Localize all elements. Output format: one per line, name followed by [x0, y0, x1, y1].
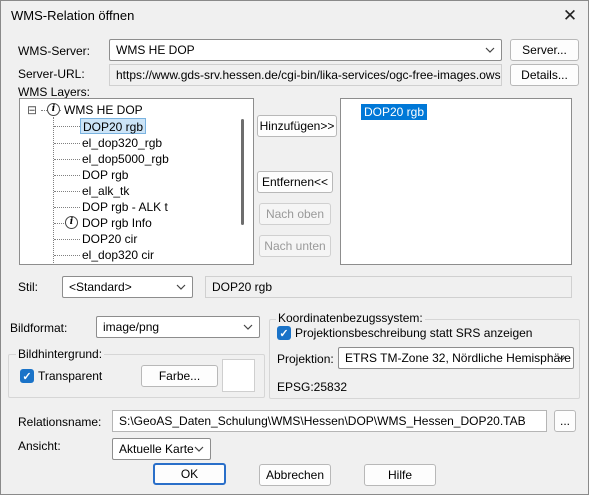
bildhintergrund-title: Bildhintergrund:: [16, 347, 105, 361]
color-button[interactable]: Farbe...: [141, 365, 218, 387]
style-select[interactable]: <Standard>: [62, 276, 193, 298]
server-url-label: Server-URL:: [18, 67, 85, 81]
tree-item-dop20-cir[interactable]: DOP20 cir: [82, 231, 137, 247]
move-up-button[interactable]: Nach oben: [259, 203, 331, 225]
tree-item-dop20-rgb[interactable]: DOP20 rgb: [80, 118, 147, 134]
wms-server-value: WMS HE DOP: [116, 43, 195, 57]
window-title: WMS-Relation öffnen: [11, 8, 135, 23]
server-url-field[interactable]: https://www.gds-srv.hessen.de/cgi-bin/li…: [109, 64, 502, 86]
tree-item-el-dop320-rgb[interactable]: el_dop320_rgb: [82, 135, 162, 151]
tree-connector: [54, 175, 80, 176]
projection-value: ETRS TM-Zone 32, Nördliche Hemisphäre (E…: [345, 351, 574, 365]
ansicht-label: Ansicht:: [18, 439, 61, 453]
style-value: <Standard>: [69, 280, 132, 294]
chevron-down-icon: [176, 284, 186, 290]
chevron-down-icon: [243, 324, 253, 330]
tree-root-label[interactable]: WMS HE DOP: [64, 102, 143, 118]
tree-connector: [54, 143, 80, 144]
chevron-down-icon: [194, 446, 204, 452]
tree-connector: [54, 255, 80, 256]
title-bar: WMS-Relation öffnen ✕: [1, 1, 588, 31]
layer-tree[interactable]: ⊟ i WMS HE DOP DOP20 rgb el_dop320_rgb e…: [19, 98, 254, 265]
transparent-checkbox[interactable]: ✓: [20, 369, 34, 383]
relationsname-value: S:\GeoAS_Daten_Schulung\WMS\Hessen\DOP\W…: [119, 414, 526, 428]
tree-connector: [54, 223, 64, 224]
projection-description-checkbox[interactable]: ✓: [277, 326, 291, 340]
selected-layer-item[interactable]: DOP20 rgb: [361, 104, 428, 120]
ansicht-select[interactable]: Aktuelle Karte: [112, 438, 211, 460]
tree-connector: [54, 239, 80, 240]
wms-server-select[interactable]: WMS HE DOP: [109, 39, 502, 61]
ok-button[interactable]: OK: [153, 463, 226, 485]
projection-description-label: Projektionsbeschreibung statt SRS anzeig…: [295, 326, 533, 340]
server-url-value: https://www.gds-srv.hessen.de/cgi-bin/li…: [116, 68, 502, 82]
browse-button[interactable]: ...: [554, 410, 576, 432]
epsg-code: EPSG:25832: [277, 380, 348, 394]
transparent-label: Transparent: [38, 369, 103, 383]
projection-label: Projektion:: [277, 352, 334, 366]
color-swatch: [222, 359, 255, 392]
wms-server-label: WMS-Server:: [18, 44, 90, 58]
ansicht-value: Aktuelle Karte: [119, 442, 194, 456]
selected-layers-list[interactable]: DOP20 rgb: [340, 98, 572, 265]
style-label: Stil:: [18, 280, 39, 294]
tree-scrollbar-thumb[interactable]: [241, 119, 244, 225]
tree-connector: [54, 126, 80, 127]
relationsname-field[interactable]: S:\GeoAS_Daten_Schulung\WMS\Hessen\DOP\W…: [112, 410, 547, 432]
remove-layer-button[interactable]: Entfernen<<: [257, 171, 333, 193]
details-button[interactable]: Details...: [510, 64, 579, 86]
style-layer-name: DOP20 rgb: [212, 280, 273, 294]
tree-item-el-dop320-cir[interactable]: el_dop320 cir: [82, 247, 154, 263]
tree-connector: [54, 207, 80, 208]
style-layer-name-field: DOP20 rgb: [205, 276, 572, 298]
tree-connector: [54, 191, 80, 192]
move-down-button[interactable]: Nach unten: [259, 235, 331, 257]
collapse-icon[interactable]: ⊟: [27, 102, 37, 118]
info-icon: i: [47, 103, 60, 116]
tree-connector: [54, 159, 80, 160]
tree-item-dop-rgb-alk[interactable]: DOP rgb - ALK t: [82, 199, 168, 215]
relationsname-label: Relationsname:: [18, 415, 102, 429]
tree-item-dop-rgb-info[interactable]: DOP rgb Info: [82, 215, 152, 231]
chevron-down-icon: [485, 47, 495, 53]
chevron-down-icon: [557, 355, 567, 361]
help-button[interactable]: Hilfe: [364, 464, 436, 486]
add-layer-button[interactable]: Hinzufügen>>: [257, 115, 337, 137]
crs-title: Koordinatenbezugssystem:: [276, 311, 425, 325]
projection-select[interactable]: ETRS TM-Zone 32, Nördliche Hemisphäre (E…: [338, 347, 574, 369]
bildformat-value: image/png: [103, 320, 160, 334]
tree-item-el-alk-tk[interactable]: el_alk_tk: [82, 183, 129, 199]
wms-layers-label: WMS Layers:: [18, 85, 91, 99]
dialog-window: WMS-Relation öffnen ✕ WMS-Server: WMS HE…: [0, 0, 589, 495]
cancel-button[interactable]: Abbrechen: [259, 464, 331, 486]
bildformat-label: Bildformat:: [10, 321, 68, 335]
close-icon[interactable]: ✕: [558, 4, 582, 28]
tree-connector: [53, 117, 54, 263]
tree-item-dop-rgb[interactable]: DOP rgb: [82, 167, 128, 183]
server-button[interactable]: Server...: [510, 39, 579, 61]
info-icon: i: [65, 216, 78, 229]
bildformat-select[interactable]: image/png: [96, 316, 260, 338]
tree-item-el-dop5000-rgb[interactable]: el_dop5000_rgb: [82, 151, 169, 167]
